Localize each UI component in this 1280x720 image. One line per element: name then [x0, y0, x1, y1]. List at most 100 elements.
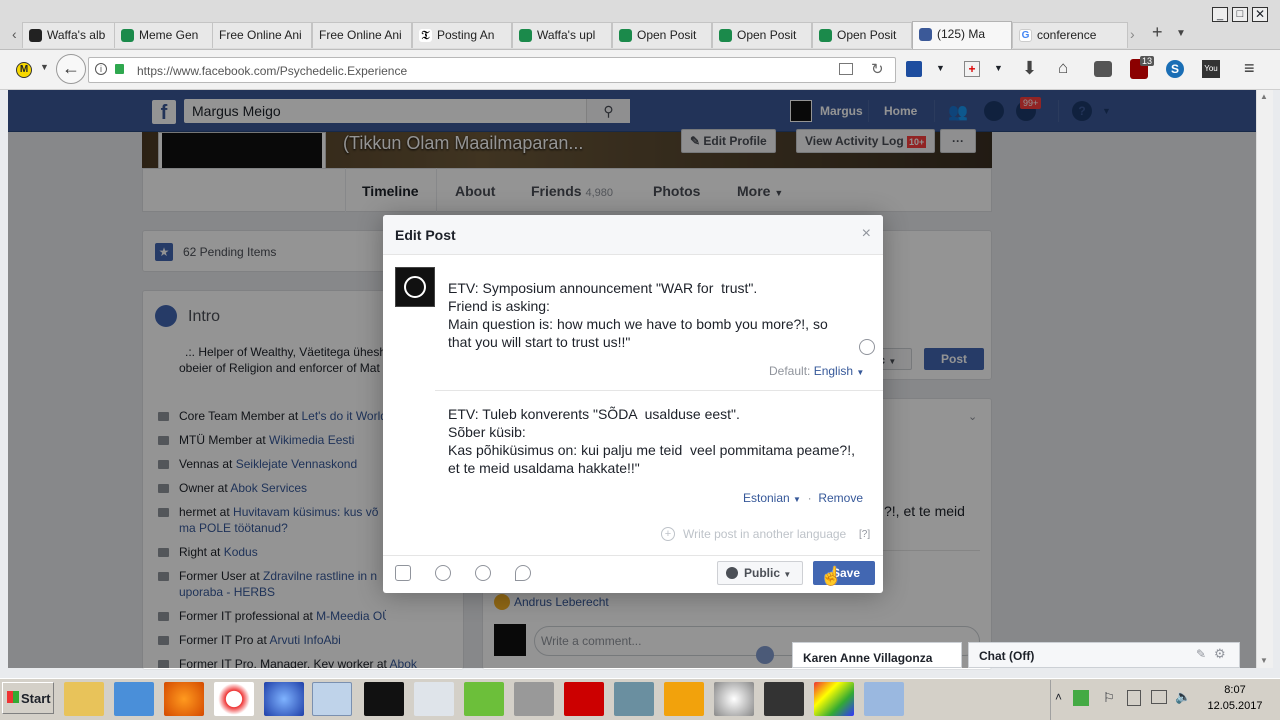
- download-icon[interactable]: ⬇: [1022, 58, 1037, 79]
- clock-date: 12.05.2017: [1207, 700, 1263, 712]
- avatar: [395, 267, 435, 307]
- skype-icon[interactable]: S: [1166, 60, 1184, 78]
- dialog-header: Edit Post ×: [383, 215, 883, 255]
- feeling-icon[interactable]: [475, 565, 491, 581]
- info-icon[interactable]: i: [95, 63, 107, 75]
- firefox-icon[interactable]: [164, 682, 204, 716]
- thunderbird-icon[interactable]: [264, 682, 304, 716]
- help-link[interactable]: [?]: [859, 529, 870, 540]
- emoji-icon[interactable]: [859, 339, 875, 355]
- microphone-icon[interactable]: [514, 682, 554, 716]
- default-language: Default: English ▼: [769, 364, 865, 378]
- remove-translation-link[interactable]: Remove: [818, 491, 863, 505]
- tag-friends-icon[interactable]: [435, 565, 451, 581]
- cross-emblem-icon: [404, 276, 426, 298]
- browser-tab-bar: ‹ Waffa's alb Meme Gen Free Online Ani F…: [0, 0, 1280, 50]
- paint-icon[interactable]: [814, 682, 854, 716]
- file-explorer-icon[interactable]: [64, 682, 104, 716]
- disc-icon[interactable]: [714, 682, 754, 716]
- chat-tab-karen[interactable]: Karen Anne Villagonza: [792, 642, 962, 668]
- dialog-footer-divider: [383, 555, 883, 556]
- pocket-icon[interactable]: [1094, 61, 1112, 77]
- chart-app-icon[interactable]: [464, 682, 504, 716]
- add-icon[interactable]: +: [661, 527, 675, 541]
- location-icon[interactable]: [515, 565, 531, 581]
- translation-language: Estonian ▼ · Remove: [743, 491, 863, 505]
- new-tab-icon[interactable]: +: [1152, 22, 1163, 43]
- compose-icon[interactable]: ✎: [1196, 647, 1206, 661]
- globe-icon[interactable]: [756, 646, 774, 664]
- firefox-active-icon[interactable]: [312, 682, 352, 716]
- audience-selector[interactable]: Public ▼: [717, 561, 803, 585]
- edit-post-dialog: Edit Post × ETV: Symposium announcement …: [383, 215, 883, 593]
- close-icon[interactable]: ×: [862, 225, 871, 243]
- tab-scroll-left-icon[interactable]: ‹: [12, 26, 17, 42]
- chevron-down-icon: ▼: [783, 570, 792, 579]
- reload-icon[interactable]: ↻: [871, 60, 884, 78]
- show-hidden-icons-icon[interactable]: ˄: [1055, 690, 1062, 704]
- overlay: [8, 90, 1256, 132]
- url-input[interactable]: i https://www.facebook.com/Psychedelic.E…: [88, 57, 896, 83]
- browser-tab[interactable]: Free Online Ani: [212, 22, 312, 48]
- close-window-icon[interactable]: ✕: [1252, 7, 1268, 22]
- browser-tab[interactable]: Open Posit: [812, 22, 912, 48]
- windows-logo-icon: [7, 691, 19, 703]
- command-prompt-icon[interactable]: [364, 682, 404, 716]
- browser-tab[interactable]: Waffa's upl: [512, 22, 612, 48]
- flag-icon[interactable]: ⚐: [1103, 690, 1115, 706]
- extension-badge: 13: [1140, 56, 1155, 66]
- clock-time: 8:07: [1224, 684, 1246, 696]
- scrollbar[interactable]: ▲ ▼: [1256, 90, 1273, 668]
- reader-view-icon[interactable]: [839, 63, 853, 75]
- menu-icon[interactable]: ≡: [1244, 58, 1255, 79]
- navigation-toolbar: M ▼ ← i https://www.facebook.com/Psyched…: [0, 50, 1280, 90]
- media-player-icon[interactable]: [114, 682, 154, 716]
- minimize-icon[interactable]: _: [1212, 7, 1228, 22]
- browser-tab[interactable]: Open Posit: [612, 22, 712, 48]
- globe-icon: [726, 567, 738, 579]
- browser-tab[interactable]: Meme Gen: [114, 22, 214, 48]
- tab-scroll-right-icon[interactable]: ›: [1130, 26, 1135, 42]
- magnifier-icon[interactable]: [664, 682, 704, 716]
- first-aid-icon[interactable]: +: [964, 61, 980, 77]
- browser-tab-active[interactable]: (125) Ma: [912, 21, 1012, 49]
- opera-icon[interactable]: [214, 682, 254, 716]
- dropdown-icon[interactable]: ▼: [936, 63, 945, 73]
- cursor-icon: ☝: [820, 566, 843, 586]
- divider: [435, 390, 883, 391]
- security-icon[interactable]: [764, 682, 804, 716]
- default-language-dropdown[interactable]: English: [814, 364, 853, 378]
- network-tool-icon[interactable]: [614, 682, 654, 716]
- browser-tab[interactable]: Open Posit: [712, 22, 812, 48]
- volume-icon[interactable]: 🔈: [1175, 689, 1191, 705]
- save-icon[interactable]: [906, 61, 922, 77]
- post-text-input[interactable]: ETV: Symposium announcement "WAR for tru…: [448, 279, 828, 351]
- clock[interactable]: 8:07 12.05.2017: [1200, 684, 1270, 712]
- browser-tab[interactable]: Gconference: [1012, 22, 1128, 48]
- dialog-title: Edit Post: [395, 227, 456, 243]
- start-button[interactable]: Start: [2, 682, 54, 714]
- youtube-icon[interactable]: You: [1202, 60, 1220, 78]
- browser-tab[interactable]: Free Online Ani: [312, 22, 412, 48]
- dropdown-icon[interactable]: ▼: [994, 63, 1003, 73]
- windows-update-icon[interactable]: [864, 682, 904, 716]
- lock-icon: [115, 64, 124, 74]
- home-icon[interactable]: ⌂: [1058, 58, 1068, 78]
- translation-language-dropdown[interactable]: Estonian: [743, 491, 790, 505]
- add-language-link[interactable]: Write post in another language: [683, 527, 846, 541]
- maximize-icon[interactable]: □: [1232, 7, 1248, 22]
- browser-tab[interactable]: Waffa's alb: [22, 22, 122, 48]
- camera-icon[interactable]: [395, 565, 411, 581]
- filezilla-icon[interactable]: [564, 682, 604, 716]
- dropdown-icon[interactable]: ▼: [40, 62, 49, 72]
- extension-icon[interactable]: M: [16, 62, 32, 78]
- translation-text-input[interactable]: ETV: Tuleb konverents "SÕDA usalduse ees…: [448, 405, 855, 477]
- device-icon[interactable]: [1127, 690, 1141, 706]
- gear-icon[interactable]: ⚙: [1214, 646, 1226, 662]
- tray-app-icon[interactable]: [1073, 690, 1089, 706]
- network-icon[interactable]: [1151, 690, 1167, 704]
- browser-tab[interactable]: 𝔗 Posting An: [412, 22, 512, 48]
- back-button[interactable]: ←: [56, 54, 86, 84]
- tab-list-icon[interactable]: ▼: [1176, 28, 1186, 39]
- calculator-icon[interactable]: [414, 682, 454, 716]
